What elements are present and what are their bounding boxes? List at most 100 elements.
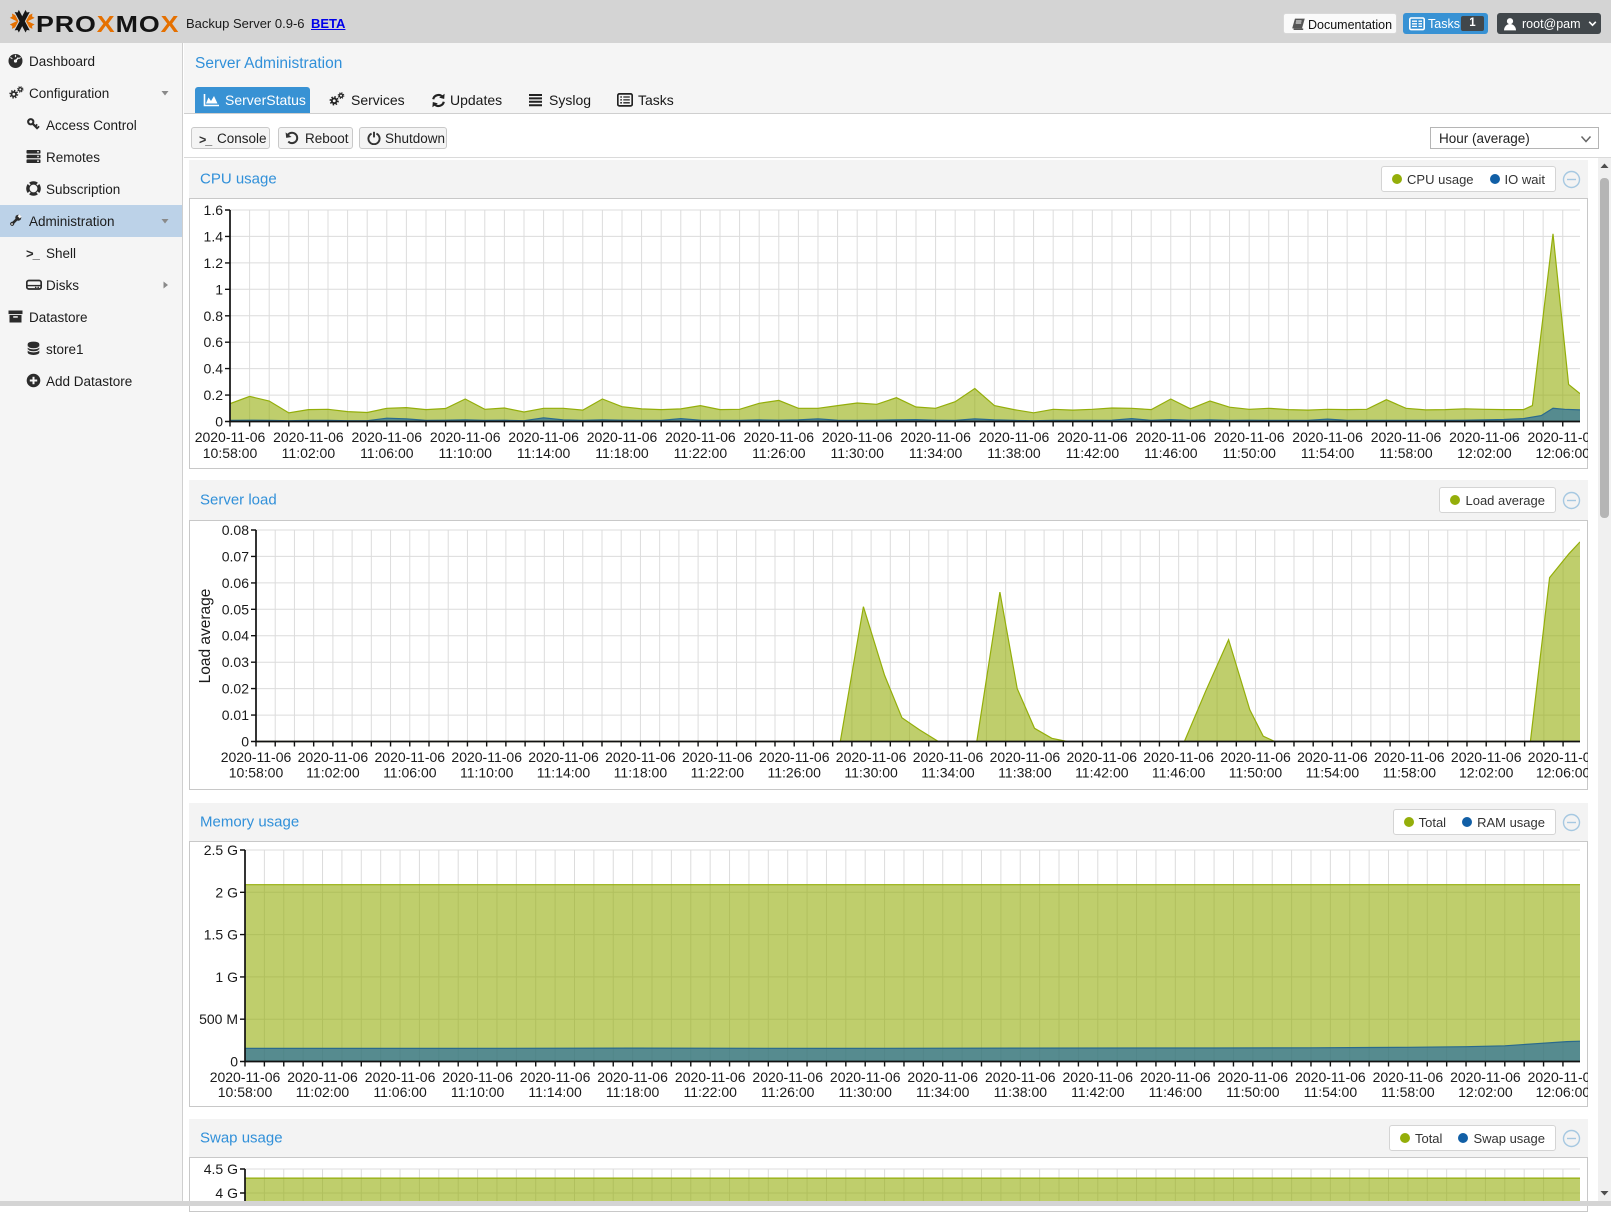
svg-text:11:22:00: 11:22:00: [683, 1084, 737, 1100]
svg-text:12:02:00: 12:02:00: [1457, 445, 1512, 461]
svg-text:2020-11-06: 2020-11-06: [520, 1069, 591, 1085]
svg-text:11:38:00: 11:38:00: [998, 765, 1052, 781]
svg-text:2020-11-06: 2020-11-06: [682, 749, 753, 765]
svg-text:0.4: 0.4: [204, 361, 224, 377]
svg-text:2020-11-06: 2020-11-06: [1067, 749, 1138, 765]
svg-text:2020-11-06: 2020-11-06: [836, 749, 907, 765]
svg-text:2020-11-06: 2020-11-06: [365, 1069, 436, 1085]
svg-text:2020-11-06: 2020-11-06: [744, 429, 815, 445]
svg-text:0.06: 0.06: [222, 575, 249, 591]
svg-text:11:06:00: 11:06:00: [383, 765, 437, 781]
svg-text:2020-11-06: 2020-11-06: [1292, 429, 1363, 445]
svg-text:2020-11-06: 2020-11-06: [587, 429, 658, 445]
svg-text:11:46:00: 11:46:00: [1144, 445, 1198, 461]
svg-text:2020-11-06: 2020-11-06: [451, 749, 522, 765]
svg-text:12:02:00: 12:02:00: [1459, 765, 1514, 781]
svg-text:2020-11-06: 2020-11-06: [508, 429, 579, 445]
svg-text:11:50:00: 11:50:00: [1229, 765, 1283, 781]
svg-text:11:54:00: 11:54:00: [1306, 765, 1360, 781]
svg-text:1.4: 1.4: [204, 228, 224, 244]
svg-text:2020-11-06: 2020-11-06: [1528, 749, 1588, 765]
svg-text:2020-11-06: 2020-11-06: [830, 1069, 901, 1085]
svg-text:12:06:00: 12:06:00: [1536, 1084, 1588, 1100]
svg-text:2020-11-06: 2020-11-06: [913, 749, 984, 765]
svg-text:2020-11-06: 2020-11-06: [221, 749, 292, 765]
svg-text:2020-11-06: 2020-11-06: [675, 1069, 746, 1085]
svg-text:2020-11-06: 2020-11-06: [1450, 1069, 1521, 1085]
svg-text:10:58:00: 10:58:00: [203, 445, 258, 461]
svg-text:11:18:00: 11:18:00: [614, 765, 668, 781]
svg-text:2020-11-06: 2020-11-06: [1528, 1069, 1588, 1085]
svg-text:2020-11-06: 2020-11-06: [298, 749, 369, 765]
svg-text:11:10:00: 11:10:00: [460, 765, 514, 781]
svg-text:2020-11-06: 2020-11-06: [907, 1069, 978, 1085]
svg-text:11:58:00: 11:58:00: [1379, 445, 1433, 461]
svg-text:11:26:00: 11:26:00: [761, 1084, 815, 1100]
svg-text:2020-11-06: 2020-11-06: [1374, 749, 1445, 765]
svg-text:2020-11-06: 2020-11-06: [352, 429, 423, 445]
svg-text:0.03: 0.03: [222, 654, 249, 670]
svg-text:2020-11-06: 2020-11-06: [597, 1069, 668, 1085]
svg-text:0.04: 0.04: [222, 628, 249, 644]
svg-text:11:42:00: 11:42:00: [1066, 445, 1120, 461]
svg-text:11:10:00: 11:10:00: [451, 1084, 505, 1100]
svg-text:2020-11-06: 2020-11-06: [430, 429, 501, 445]
svg-text:11:18:00: 11:18:00: [595, 445, 649, 461]
svg-text:2020-11-06: 2020-11-06: [665, 429, 736, 445]
svg-text:2020-11-06: 2020-11-06: [287, 1069, 358, 1085]
svg-text:0.01: 0.01: [222, 707, 249, 723]
svg-text:0.6: 0.6: [204, 334, 224, 350]
svg-text:2020-11-06: 2020-11-06: [1220, 749, 1291, 765]
svg-text:1.6: 1.6: [204, 202, 224, 218]
svg-text:11:22:00: 11:22:00: [674, 445, 728, 461]
svg-text:4.5 G: 4.5 G: [204, 1161, 238, 1177]
svg-text:2020-11-06: 2020-11-06: [442, 1069, 513, 1085]
svg-text:1.5 G: 1.5 G: [204, 927, 238, 943]
svg-text:11:14:00: 11:14:00: [537, 765, 591, 781]
svg-text:11:54:00: 11:54:00: [1304, 1084, 1358, 1100]
svg-text:2020-11-06: 2020-11-06: [1063, 1069, 1134, 1085]
svg-text:1: 1: [215, 281, 223, 297]
svg-text:2020-11-06: 2020-11-06: [979, 429, 1050, 445]
svg-text:2020-11-06: 2020-11-06: [1451, 749, 1522, 765]
svg-text:11:02:00: 11:02:00: [282, 445, 336, 461]
svg-text:11:26:00: 11:26:00: [752, 445, 806, 461]
svg-text:Load average: Load average: [197, 589, 214, 684]
svg-text:500 M: 500 M: [199, 1011, 238, 1027]
svg-text:2020-11-06: 2020-11-06: [822, 429, 893, 445]
svg-text:11:30:00: 11:30:00: [844, 765, 898, 781]
svg-text:2020-11-06: 2020-11-06: [1297, 749, 1368, 765]
svg-text:2020-11-06: 2020-11-06: [1449, 429, 1520, 445]
svg-text:2020-11-06: 2020-11-06: [1143, 749, 1214, 765]
svg-text:2020-11-06: 2020-11-06: [1371, 429, 1442, 445]
svg-text:2020-11-06: 2020-11-06: [1057, 429, 1128, 445]
svg-text:11:58:00: 11:58:00: [1381, 1084, 1435, 1100]
svg-text:11:46:00: 11:46:00: [1152, 765, 1206, 781]
svg-text:2.5 G: 2.5 G: [204, 842, 238, 858]
svg-text:1.2: 1.2: [204, 255, 224, 271]
svg-text:2020-11-06: 2020-11-06: [1140, 1069, 1211, 1085]
svg-text:11:30:00: 11:30:00: [838, 1084, 892, 1100]
svg-text:2020-11-06: 2020-11-06: [528, 749, 599, 765]
svg-text:11:02:00: 11:02:00: [296, 1084, 350, 1100]
svg-text:2020-11-06: 2020-11-06: [990, 749, 1061, 765]
svg-text:2020-11-06: 2020-11-06: [759, 749, 830, 765]
svg-text:11:34:00: 11:34:00: [921, 765, 975, 781]
svg-text:11:34:00: 11:34:00: [916, 1084, 970, 1100]
svg-text:0.8: 0.8: [204, 308, 224, 324]
svg-text:11:22:00: 11:22:00: [691, 765, 745, 781]
svg-text:10:58:00: 10:58:00: [218, 1084, 273, 1100]
svg-text:11:38:00: 11:38:00: [987, 445, 1041, 461]
svg-text:4 G: 4 G: [215, 1185, 238, 1201]
svg-text:11:50:00: 11:50:00: [1226, 1084, 1280, 1100]
svg-text:2 G: 2 G: [215, 884, 238, 900]
svg-text:11:30:00: 11:30:00: [830, 445, 884, 461]
svg-text:11:14:00: 11:14:00: [517, 445, 571, 461]
svg-text:11:38:00: 11:38:00: [994, 1084, 1048, 1100]
svg-text:0.2: 0.2: [204, 387, 224, 403]
svg-text:12:02:00: 12:02:00: [1458, 1084, 1513, 1100]
svg-text:2020-11-06: 2020-11-06: [985, 1069, 1056, 1085]
svg-text:11:10:00: 11:10:00: [438, 445, 492, 461]
svg-text:2020-11-06: 2020-11-06: [900, 429, 971, 445]
svg-text:2020-11-06: 2020-11-06: [1373, 1069, 1444, 1085]
